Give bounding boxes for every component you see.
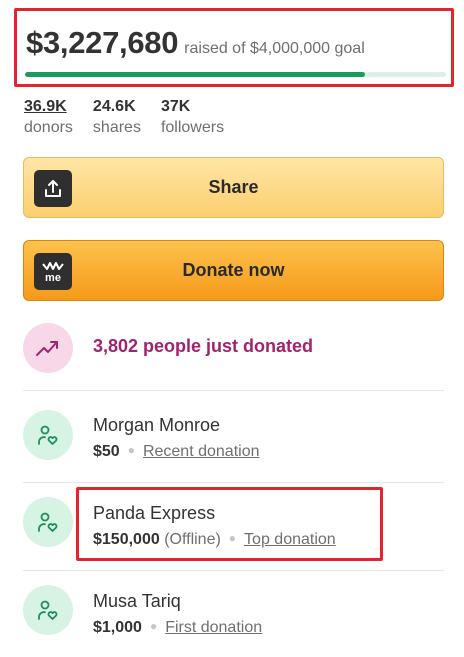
divider (23, 390, 444, 391)
separator-dot: ● (127, 443, 135, 457)
followers-label: followers (160, 119, 225, 136)
donation-tag-link[interactable]: First donation (165, 619, 262, 636)
separator-dot: ● (149, 619, 158, 633)
stat-shares: 24.6K shares (93, 97, 141, 139)
top-donation-highlight (76, 487, 383, 561)
share-icon (34, 170, 72, 207)
donor-name: Morgan Monroe (93, 415, 221, 435)
goal-text: raised of $4,000,000 goal (184, 40, 365, 57)
donation-item: Musa Tariq $1,000 ● First donation (23, 585, 444, 641)
share-label: Share (208, 177, 259, 197)
divider (23, 570, 444, 571)
just-donated-row: 3,802 people just donated (23, 323, 444, 375)
donor-heart-icon (23, 497, 73, 547)
donor-name: Musa Tariq (93, 591, 181, 611)
donation-item: Morgan Monroe $50 ● Recent donation (23, 410, 444, 466)
followers-count: 37K (160, 98, 191, 115)
donate-now-button[interactable]: me Donate now (23, 240, 444, 301)
gofundme-logo-text: me (45, 272, 61, 284)
progress-fill (25, 72, 365, 77)
donate-label: Donate now (182, 260, 285, 280)
donor-heart-icon (23, 410, 73, 460)
progress-bar (25, 72, 446, 77)
donors-label: donors (24, 119, 73, 136)
just-donated-text: 3,802 people just donated (93, 336, 314, 356)
stats-row: 36.9K donors 24.6K shares 37K followers (24, 97, 244, 139)
donation-tag-link[interactable]: Recent donation (143, 443, 260, 460)
amount-raised-panel: $3,227,680 raised of $4,000,000 goal (14, 8, 454, 87)
donation-details: $1,000 ● First donation (93, 619, 262, 637)
amount-raised: $3,227,680 (26, 25, 179, 60)
divider (23, 482, 444, 483)
gofundme-logo-icon: me (34, 253, 72, 290)
shares-count: 24.6K (92, 98, 136, 115)
donor-heart-icon (23, 585, 73, 635)
donation-amount: $50 (93, 443, 120, 460)
amount-row: $3,227,680 raised of $4,000,000 goal (26, 25, 365, 61)
donors-count[interactable]: 36.9K (24, 97, 73, 117)
stat-donors[interactable]: 36.9K donors (24, 97, 73, 139)
shares-label: shares (92, 119, 141, 136)
share-button[interactable]: Share (23, 157, 444, 218)
donation-details: $50 ● Recent donation (93, 443, 259, 461)
stat-followers: 37K followers (161, 97, 224, 139)
donation-amount: $1,000 (93, 619, 142, 636)
trending-icon (23, 323, 73, 373)
